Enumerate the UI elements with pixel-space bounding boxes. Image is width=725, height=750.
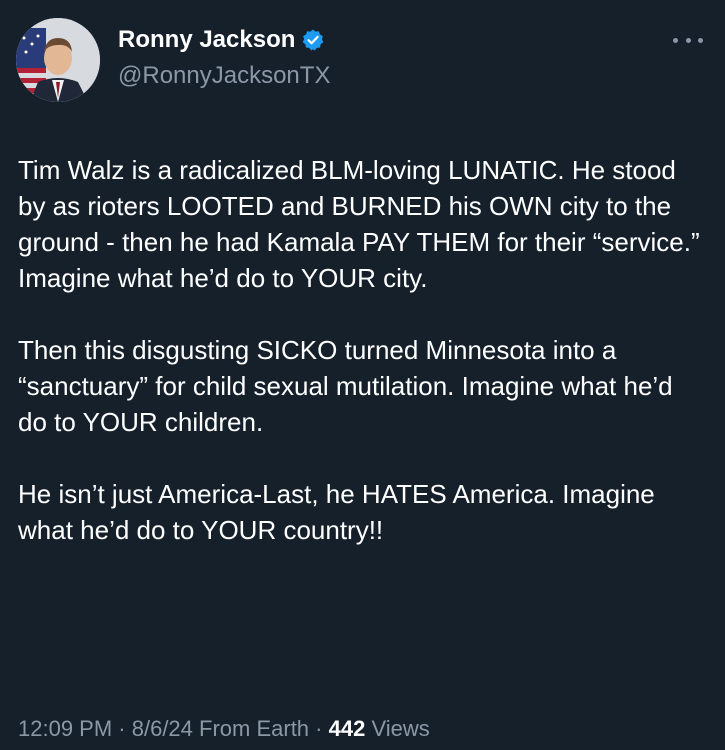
views-label: Views	[365, 716, 430, 741]
more-dot-icon	[698, 37, 703, 43]
tweet-paragraph: He isn’t just America-Last, he HATES Ame…	[18, 479, 655, 545]
meta-separator: ·	[112, 716, 132, 741]
verified-badge-icon[interactable]	[301, 28, 325, 52]
tweet-date[interactable]: 8/6/24	[132, 716, 193, 741]
meta-separator: ·	[309, 716, 329, 741]
tweet-card: Ronny Jackson @RonnyJacksonTX Tim Walz i…	[0, 0, 725, 750]
more-dot-icon	[673, 37, 678, 43]
tweet-paragraph: Then this disgusting SICKO turned Minnes…	[18, 335, 673, 437]
more-options-icon[interactable]	[673, 30, 703, 50]
views-count: 442	[328, 716, 366, 741]
tweet-paragraph: Tim Walz is a radicalized BLM-loving LUN…	[18, 155, 700, 293]
more-dot-icon	[685, 37, 691, 43]
tweet-time[interactable]: 12:09 PM	[18, 716, 112, 741]
display-name[interactable]: Ronny Jackson	[118, 26, 295, 54]
tweet-meta: 12:09 PM · 8/6/24 From Earth · 442 Views	[18, 716, 430, 742]
tweet-text: Tim Walz is a radicalized BLM-loving LUN…	[18, 152, 708, 548]
author-name-row: Ronny Jackson	[118, 26, 325, 54]
tweet-source: From Earth	[192, 716, 310, 741]
avatar[interactable]	[16, 18, 100, 102]
author-handle[interactable]: @RonnyJacksonTX	[118, 62, 330, 90]
